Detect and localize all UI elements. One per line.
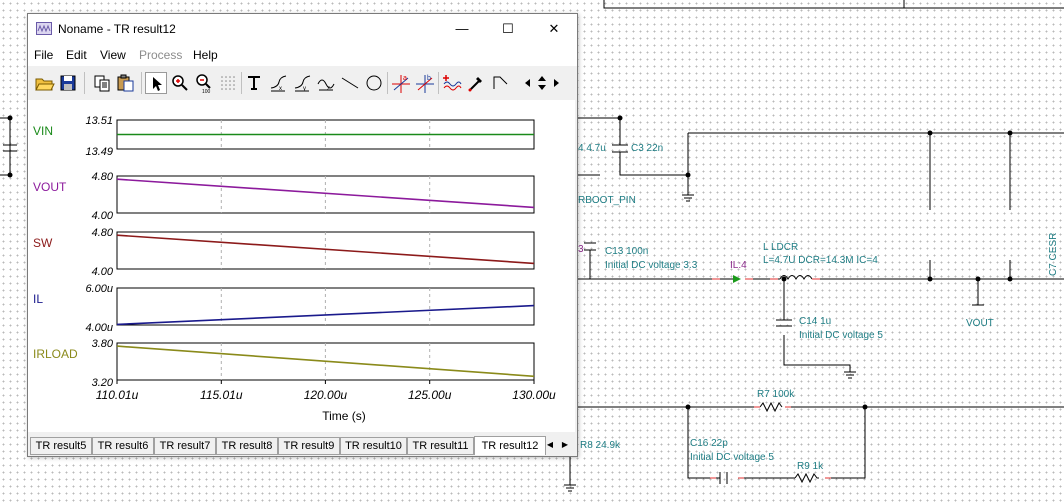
tab-tr-result5[interactable]: TR result5 — [30, 437, 92, 455]
menu-edit[interactable]: Edit — [66, 48, 87, 62]
svg-text:b: b — [427, 75, 431, 82]
grid-icon[interactable] — [217, 72, 239, 94]
schematic-label: C13 100n — [605, 246, 648, 257]
y-tick-label: 13.51 — [85, 115, 113, 127]
tab-tr-result7[interactable]: TR result7 — [154, 437, 216, 455]
schematic-label: C16 22p — [690, 438, 728, 449]
window-title: Noname - TR result12 — [58, 22, 176, 36]
maximize-button[interactable]: ☐ — [485, 14, 531, 44]
curve-tool-1-icon[interactable]: x — [267, 72, 289, 94]
schematic-label: R8 24.9k — [580, 440, 621, 451]
y-tick-label: 4.00 — [92, 210, 114, 222]
panel-label-irload: IRLOAD — [33, 347, 78, 361]
menu-process[interactable]: Process — [139, 48, 182, 62]
result-tabs: TR result5 TR result6 TR result7 TR result8… — [28, 434, 577, 456]
schematic-label: IL:4 — [730, 260, 747, 271]
y-tick-label: 4.00u — [85, 322, 113, 334]
ellipse-tool-icon[interactable] — [363, 72, 385, 94]
close-button[interactable]: ✕ — [531, 14, 577, 44]
open-folder-icon[interactable] — [33, 72, 55, 94]
menu-help[interactable]: Help — [193, 48, 218, 62]
x-tick-label: 120.00u — [304, 388, 348, 402]
transient-chart[interactable]: VIN 13.51 13.49 VOUT 4.80 4.00 SW 4.80 4.00 IL 6.0… — [28, 100, 575, 432]
inductor-current-arrow — [733, 275, 741, 283]
color-picker-icon[interactable] — [465, 72, 487, 94]
tab-tr-result8[interactable]: TR result8 — [216, 437, 278, 455]
schematic-label: R7 100k — [757, 389, 795, 400]
schematic-label: Initial DC voltage 5 — [799, 330, 883, 341]
schematic-label: Initial DC voltage 5 — [690, 452, 774, 463]
panel-label-il: IL — [33, 292, 43, 306]
tab-tr-result12[interactable]: TR result12 — [474, 436, 546, 455]
save-disk-icon[interactable] — [57, 72, 79, 94]
schematic-label: C3 22n — [631, 143, 663, 154]
tr-result-window[interactable]: Noname - TR result12 — ☐ ✕ File Edit Vie… — [27, 13, 578, 457]
title-bar[interactable]: Noname - TR result12 — ☐ ✕ — [28, 14, 577, 44]
pointer-arrow-icon[interactable] — [145, 72, 167, 94]
x-tick-label: 110.01u — [96, 388, 139, 402]
cursor-a-icon[interactable]: a — [390, 72, 412, 94]
y-tick-label: 13.49 — [85, 146, 113, 158]
schematic-label: RBOOT_PIN — [578, 195, 636, 206]
tab-tr-result11[interactable]: TR result11 — [407, 437, 474, 455]
scroll-updown-icon[interactable] — [535, 72, 549, 94]
tab-tr-result6[interactable]: TR result6 — [92, 437, 154, 455]
schematic-label: R9 1k — [797, 461, 824, 472]
x-tick-label: 130.00u — [512, 388, 556, 402]
line-tool-icon[interactable] — [339, 72, 361, 94]
copy-icon[interactable] — [91, 72, 113, 94]
tab-tr-result9[interactable]: TR result9 — [278, 437, 340, 455]
y-tick-label: 4.80 — [92, 227, 114, 239]
text-tool-icon[interactable] — [243, 72, 265, 94]
panel-label-vin: VIN — [33, 124, 53, 138]
schematic-label: 3 — [578, 244, 584, 255]
tab-tr-result10[interactable]: TR result10 — [340, 437, 407, 455]
x-tick-label: 115.01u — [200, 388, 243, 402]
minimize-button[interactable]: — — [439, 14, 485, 44]
panel-label-vout: VOUT — [33, 180, 67, 194]
y-tick-label: 4.00 — [92, 266, 114, 278]
menu-file[interactable]: File — [34, 48, 53, 62]
schematic-label: VOUT — [966, 318, 994, 329]
svg-text:100: 100 — [202, 89, 211, 94]
zoom-100-icon[interactable]: 100 — [193, 72, 215, 94]
schematic-labels: 4 4.7u C3 22n RBOOT_PIN 3 C13 100n Initi… — [578, 143, 1059, 472]
add-trace-icon[interactable] — [441, 72, 463, 94]
cursor-b-icon[interactable]: b — [414, 72, 436, 94]
menu-bar: File Edit View Process Help — [28, 44, 577, 66]
schematic-red-pins — [710, 278, 831, 479]
toolbar: 100 x y z a b — [28, 68, 577, 100]
schematic-label: Initial DC voltage 3.3 — [605, 260, 698, 271]
y-tick-label: 6.00u — [85, 283, 113, 295]
schematic-label: 4 4.7u — [578, 143, 606, 154]
schematic-label: L LDCR — [763, 242, 798, 253]
scroll-right-icon[interactable] — [549, 72, 563, 94]
paste-icon[interactable] — [115, 72, 137, 94]
panel-label-sw: SW — [33, 236, 53, 250]
svg-text:z: z — [327, 86, 330, 92]
tab-scroll-right-icon[interactable]: ▶ — [558, 438, 572, 452]
svg-text:x: x — [279, 86, 282, 92]
x-tick-label: 125.00u — [408, 388, 452, 402]
scroll-left-icon[interactable] — [521, 72, 535, 94]
svg-text:a: a — [403, 75, 407, 82]
x-axis-label: Time (s) — [322, 409, 366, 423]
app-wave-icon — [36, 22, 52, 35]
schematic-label: C7 CESR — [1048, 233, 1059, 276]
tab-scroll-left-icon[interactable]: ◀ — [543, 438, 557, 452]
schematic-label: L=4.7U DCR=14.3M IC=4 — [763, 255, 878, 266]
zoom-in-icon[interactable] — [169, 72, 191, 94]
curve-tool-3-icon[interactable]: z — [315, 72, 337, 94]
menu-view[interactable]: View — [100, 48, 126, 62]
y-tick-label: 3.80 — [92, 338, 114, 350]
y-tick-label: 4.80 — [92, 171, 114, 183]
polyline-tool-icon[interactable] — [489, 72, 511, 94]
svg-text:y: y — [303, 86, 306, 92]
curve-tool-2-icon[interactable]: y — [291, 72, 313, 94]
schematic-label: C14 1u — [799, 316, 831, 327]
